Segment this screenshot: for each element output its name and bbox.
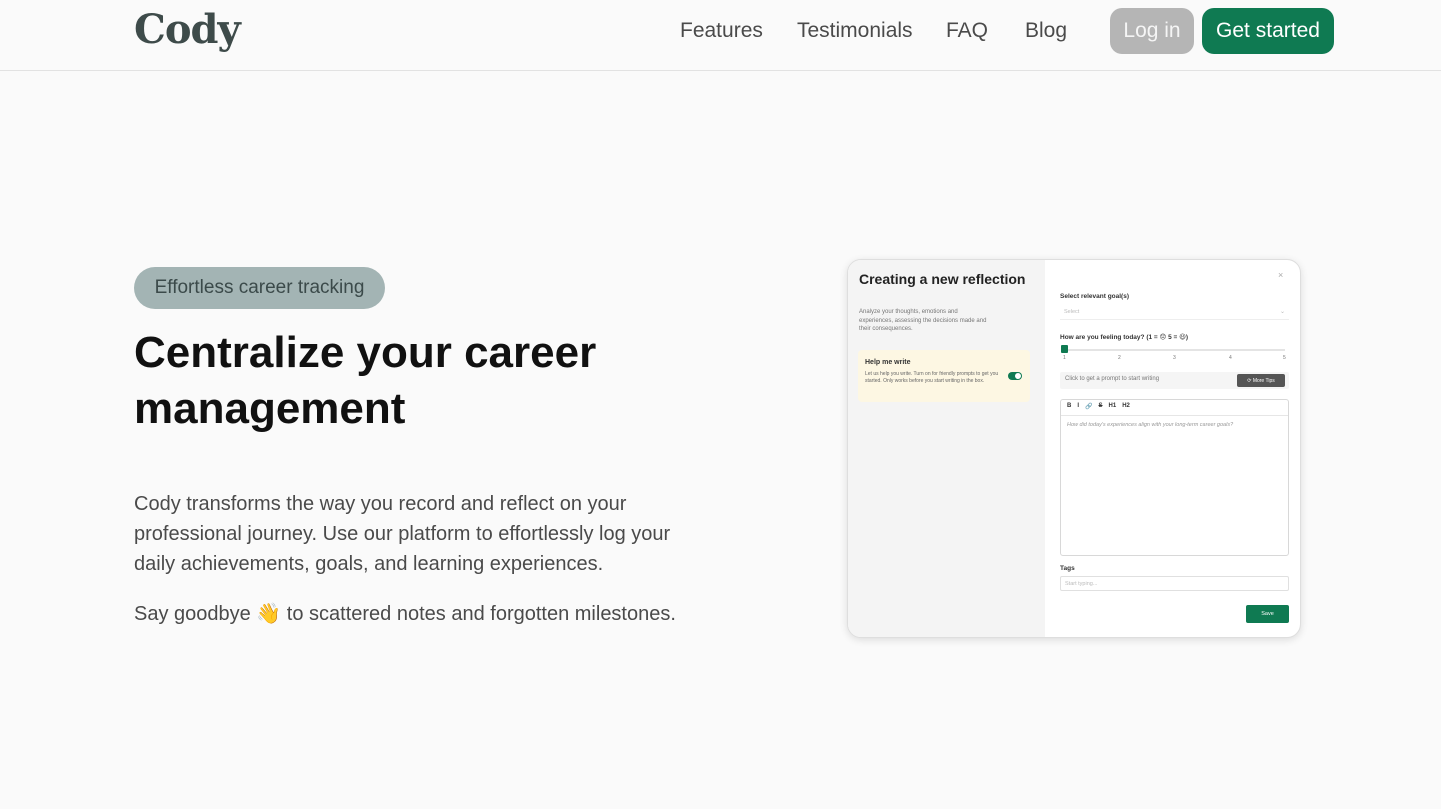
save-button[interactable]: Save [1246, 605, 1289, 623]
heading1-icon[interactable]: H1 [1109, 403, 1117, 412]
feeling-tick: 2 [1118, 355, 1121, 361]
feeling-slider-handle[interactable] [1061, 345, 1068, 353]
editor-placeholder: How did today's experiences align with y… [1067, 422, 1234, 428]
prompt-text: Click to get a prompt to start writing [1065, 376, 1160, 382]
help-me-write-card: Help me write Let us help you write. Tur… [858, 350, 1030, 402]
editor-toolbar: B I 🔗 S H1 H2 [1061, 400, 1288, 416]
bold-icon[interactable]: B [1067, 403, 1071, 412]
hero-goodbye: Say goodbye 👋 to scattered notes and for… [134, 599, 734, 629]
goals-placeholder: Select [1064, 309, 1080, 315]
tags-input[interactable]: Start typing... [1060, 576, 1289, 591]
close-icon[interactable]: × [1278, 270, 1283, 280]
goodbye-suffix: to scattered notes and forgotten milesto… [286, 603, 676, 625]
tags-label: Tags [1060, 565, 1075, 572]
help-title: Help me write [865, 359, 911, 366]
chevron-down-icon: ⌄ [1279, 309, 1285, 315]
heading2-icon[interactable]: H2 [1122, 403, 1130, 412]
goals-select[interactable]: Select ⌄ [1060, 305, 1289, 320]
feeling-label: How are you feeling today? (1 = 😞 5 = 😃) [1060, 334, 1189, 341]
nav-faq[interactable]: FAQ [946, 19, 988, 43]
more-tips-button[interactable]: ⟳ More Tips [1237, 374, 1285, 387]
help-text: Let us help you write. Turn on for frien… [865, 371, 999, 384]
get-started-button[interactable]: Get started [1202, 8, 1334, 54]
nav-blog[interactable]: Blog [1025, 19, 1067, 43]
link-icon[interactable]: 🔗 [1085, 403, 1092, 412]
nav-testimonials[interactable]: Testimonials [797, 19, 913, 43]
login-button[interactable]: Log in [1110, 8, 1194, 54]
hero-title: Centralize your career management [134, 328, 597, 433]
product-preview: Creating a new reflection Analyze your t… [847, 259, 1301, 638]
hero-description: Cody transforms the way you record and r… [134, 493, 671, 575]
preview-sidebar: Creating a new reflection Analyze your t… [848, 260, 1045, 637]
feeling-tick: 1 [1063, 355, 1066, 361]
goals-label: Select relevant goal(s) [1060, 293, 1129, 300]
hero-badge: Effortless career tracking [134, 267, 385, 309]
feeling-tick: 4 [1229, 355, 1232, 361]
nav-features[interactable]: Features [680, 19, 763, 43]
wave-icon: 👋 [256, 603, 282, 625]
feeling-tick: 5 [1283, 355, 1286, 361]
strikethrough-icon[interactable]: S [1099, 403, 1103, 412]
help-toggle[interactable] [1008, 372, 1022, 380]
italic-icon[interactable]: I [1077, 403, 1079, 412]
site-header: Cody Features Testimonials FAQ Blog Log … [0, 0, 1441, 71]
preview-title: Creating a new reflection [859, 271, 1026, 287]
feeling-slider[interactable] [1063, 349, 1285, 351]
reflection-editor[interactable]: B I 🔗 S H1 H2 How did today's experience… [1060, 399, 1289, 556]
logo[interactable]: Cody [134, 6, 241, 53]
goodbye-prefix: Say goodbye [134, 603, 251, 625]
feeling-tick: 3 [1173, 355, 1176, 361]
preview-subtitle: Analyze your thoughts, emotions and expe… [859, 309, 987, 332]
